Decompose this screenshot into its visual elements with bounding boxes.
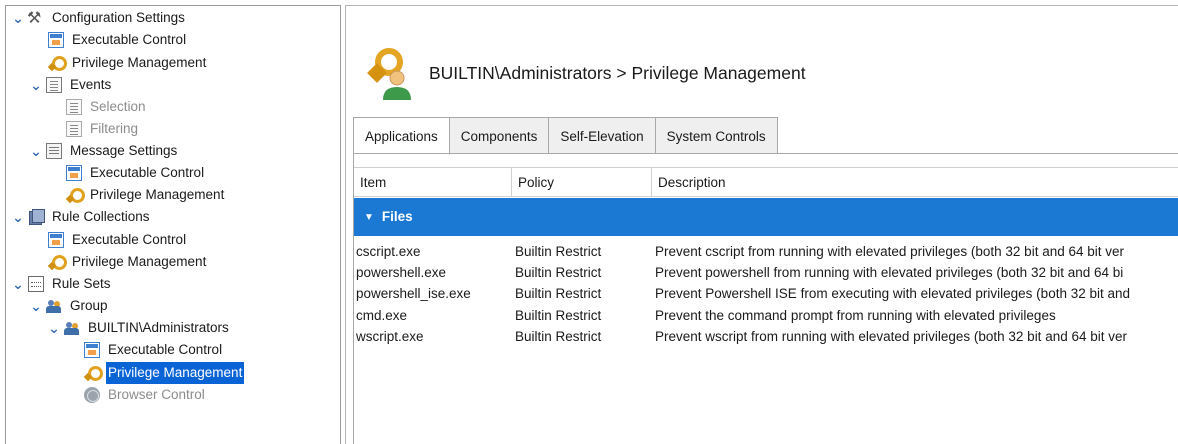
tree-item-configuration-settings[interactable]: ⌄ Configuration Settings	[12, 7, 187, 29]
table-row[interactable]: powershell.exe Builtin Restrict Prevent po…	[354, 262, 1178, 283]
executable-control-icon	[48, 232, 64, 248]
privilege-key-icon	[48, 254, 67, 270]
message-settings-icon	[46, 143, 62, 159]
tree-item-label: Executable Control	[108, 342, 223, 357]
cell-policy: Builtin Restrict	[515, 328, 602, 344]
cell-policy: Builtin Restrict	[515, 244, 602, 259]
cell-description: Prevent wscript from running with elevat…	[655, 328, 1127, 344]
document-icon	[66, 121, 82, 137]
tree-item-label: Events	[70, 77, 112, 92]
chevron-down-icon[interactable]: ⌄	[12, 11, 24, 25]
executable-control-icon	[48, 32, 64, 48]
cell-description: Prevent powershell from running with ele…	[655, 265, 1124, 281]
tree-item-label: Message Settings	[70, 143, 178, 158]
tools-icon	[27, 7, 44, 29]
tree-item-label: Selection	[90, 99, 146, 114]
tree-item-label: Privilege Management	[106, 362, 245, 384]
rule-sets-icon	[28, 276, 44, 292]
tree-item-label: Group	[70, 298, 108, 313]
tree-item-label: Browser Control	[108, 387, 205, 402]
cell-policy: Builtin Restrict	[515, 307, 602, 323]
privilege-key-icon	[84, 365, 103, 381]
table-row[interactable]: powershell_ise.exe Builtin Restrict Preven…	[354, 283, 1178, 304]
tree-item-rule-collections[interactable]: ⌄ Rule Collections	[12, 206, 152, 228]
tree-item-label: Configuration Settings	[52, 10, 185, 25]
cell-item: wscript.exe	[356, 328, 424, 344]
chevron-down-icon[interactable]: ⌄	[30, 299, 42, 313]
privilege-key-icon	[66, 187, 85, 203]
privilege-management-key-user-icon	[367, 48, 411, 100]
tree-item-privilege-management[interactable]: Privilege Management	[66, 184, 226, 206]
page-title: BUILTIN\Administrators > Privilege Manag…	[429, 63, 806, 83]
group-row-files[interactable]: ▼ Files	[354, 198, 1178, 236]
chevron-down-icon[interactable]: ⌄	[30, 144, 42, 158]
grid-header: Item Policy Description	[354, 167, 1178, 197]
cell-item: cmd.exe	[356, 307, 408, 323]
tree-item-executable-control[interactable]: Executable Control	[48, 229, 188, 251]
tree-item-label: Executable Control	[90, 165, 205, 180]
tree-item-privilege-management[interactable]: Privilege Management	[84, 362, 245, 384]
table-row[interactable]: wscript.exe Builtin Restrict Prevent wscri…	[354, 326, 1178, 347]
tree-item-events[interactable]: ⌄ Events	[30, 74, 113, 96]
tree-item-executable-control[interactable]: Executable Control	[84, 339, 224, 361]
group-icon	[64, 320, 80, 336]
tree-item-label: Privilege Management	[90, 187, 225, 202]
tree-item-rule-sets[interactable]: ⌄ Rule Sets	[12, 273, 113, 295]
cell-item: cscript.exe	[356, 244, 421, 259]
chevron-down-icon[interactable]: ▼	[364, 199, 374, 237]
tree-item-builtin-administrators[interactable]: ⌄ BUILTIN\Administrators	[48, 317, 231, 339]
tree-item-label: Rule Sets	[52, 276, 111, 291]
cell-policy: Builtin Restrict	[515, 265, 602, 281]
tree-item-label: Filtering	[90, 121, 139, 136]
document-icon	[66, 99, 82, 115]
tree-item-label: Executable Control	[72, 32, 187, 47]
tree-item-label: BUILTIN\Administrators	[88, 320, 229, 335]
tree-item-label: Rule Collections	[52, 209, 150, 224]
rule-collections-icon	[28, 209, 45, 225]
cell-item: powershell.exe	[356, 265, 447, 281]
tree-item-executable-control[interactable]: Executable Control	[66, 162, 206, 184]
cell-item: powershell_ise.exe	[356, 286, 471, 302]
cell-description: Prevent the command prompt from running …	[655, 307, 1056, 323]
tab-components[interactable]: Components	[449, 117, 550, 154]
executable-control-icon	[84, 342, 100, 358]
tab-self-elevation[interactable]: Self-Elevation	[549, 117, 656, 154]
tree-item-selection[interactable]: Selection	[66, 96, 148, 118]
tree-item-browser-control[interactable]: Browser Control	[84, 384, 207, 406]
tree-item-message-settings[interactable]: ⌄ Message Settings	[30, 140, 179, 162]
navigation-tree[interactable]: ⌄ Configuration Settings Executable Contro…	[5, 5, 341, 444]
tree-item-label: Executable Control	[72, 232, 187, 247]
tree-item-label: Privilege Management	[72, 55, 207, 70]
tree-item-executable-control[interactable]: Executable Control	[48, 29, 188, 51]
cell-policy: Builtin Restrict	[515, 286, 602, 302]
cell-description: Prevent cscript from running with elevat…	[655, 244, 1124, 259]
column-header-item[interactable]: Item	[354, 168, 511, 197]
group-label: Files	[381, 209, 413, 224]
tree-item-label: Privilege Management	[72, 254, 207, 269]
chevron-down-icon[interactable]: ⌄	[12, 210, 24, 224]
rules-grid: Item Policy Description ▼ Files cscript.e…	[353, 153, 1178, 444]
group-icon	[46, 298, 62, 314]
tree-item-group[interactable]: ⌄ Group	[30, 295, 110, 317]
tree-item-privilege-management[interactable]: Privilege Management	[48, 52, 208, 74]
tab-applications[interactable]: Applications	[353, 117, 450, 155]
cell-description: Prevent Powershell ISE from executing wi…	[655, 286, 1131, 302]
tab-strip: Applications Components Self-Elevation Syst…	[353, 117, 778, 155]
tree-item-filtering[interactable]: Filtering	[66, 118, 140, 140]
details-pane: BUILTIN\Administrators > Privilege Manag…	[345, 5, 1178, 444]
events-document-icon	[46, 77, 62, 93]
chevron-down-icon[interactable]: ⌄	[12, 277, 24, 291]
browser-globe-icon	[84, 387, 100, 403]
tab-system-controls[interactable]: System Controls	[655, 117, 778, 154]
privilege-key-icon	[48, 55, 67, 71]
tree-item-privilege-management[interactable]: Privilege Management	[48, 251, 208, 273]
chevron-down-icon[interactable]: ⌄	[30, 78, 42, 92]
executable-control-icon	[66, 165, 82, 181]
table-row[interactable]: cmd.exe Builtin Restrict Prevent the comma…	[354, 305, 1178, 326]
column-header-policy[interactable]: Policy	[512, 168, 651, 197]
chevron-down-icon[interactable]: ⌄	[48, 321, 60, 335]
column-header-description[interactable]: Description	[652, 168, 1178, 197]
table-row[interactable]: cscript.exe Builtin Restrict Prevent cscri…	[354, 241, 1178, 262]
